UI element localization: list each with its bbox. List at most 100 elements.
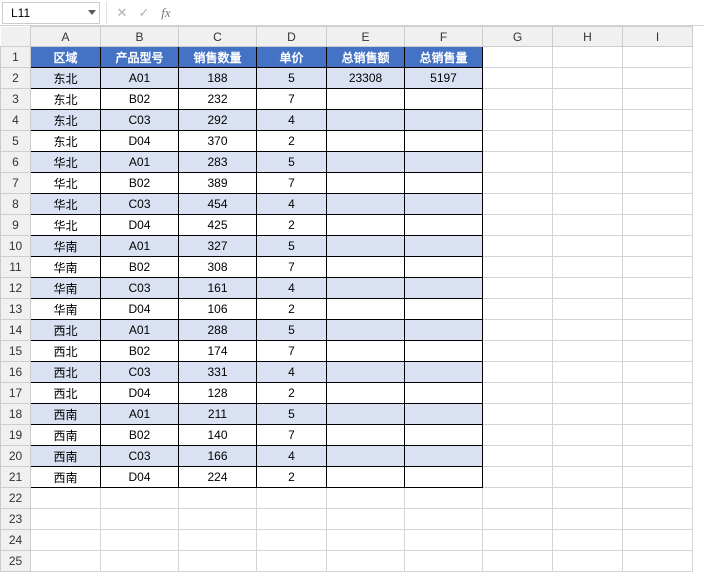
- cell[interactable]: [179, 488, 257, 509]
- cell[interactable]: [623, 404, 693, 425]
- cell[interactable]: 5197: [405, 68, 483, 89]
- cell[interactable]: [623, 341, 693, 362]
- cell[interactable]: 华南: [31, 278, 101, 299]
- cell[interactable]: 308: [179, 257, 257, 278]
- cell[interactable]: 4: [257, 278, 327, 299]
- cell[interactable]: 华南: [31, 236, 101, 257]
- column-header[interactable]: C: [179, 27, 257, 47]
- row-header[interactable]: 18: [1, 404, 31, 425]
- cell[interactable]: C03: [101, 194, 179, 215]
- cell[interactable]: 4: [257, 446, 327, 467]
- cell[interactable]: A01: [101, 68, 179, 89]
- cell[interactable]: 西南: [31, 425, 101, 446]
- cell[interactable]: [405, 299, 483, 320]
- cell[interactable]: 东北: [31, 110, 101, 131]
- column-header[interactable]: I: [623, 27, 693, 47]
- cell[interactable]: 销售数量: [179, 47, 257, 68]
- cell[interactable]: [327, 320, 405, 341]
- row-header[interactable]: 25: [1, 551, 31, 572]
- cell[interactable]: 106: [179, 299, 257, 320]
- cell[interactable]: C03: [101, 278, 179, 299]
- cell[interactable]: 2: [257, 383, 327, 404]
- cell[interactable]: D04: [101, 215, 179, 236]
- cell[interactable]: B02: [101, 425, 179, 446]
- cell[interactable]: 东北: [31, 131, 101, 152]
- cell[interactable]: [623, 236, 693, 257]
- cell[interactable]: [623, 383, 693, 404]
- cell[interactable]: [483, 47, 553, 68]
- cell[interactable]: [623, 89, 693, 110]
- cell[interactable]: [405, 551, 483, 572]
- cell[interactable]: 华南: [31, 299, 101, 320]
- cell[interactable]: 7: [257, 257, 327, 278]
- cell[interactable]: [327, 362, 405, 383]
- column-header[interactable]: H: [553, 27, 623, 47]
- row-header[interactable]: 2: [1, 68, 31, 89]
- cell[interactable]: [327, 194, 405, 215]
- row-header[interactable]: 19: [1, 425, 31, 446]
- cell[interactable]: [553, 551, 623, 572]
- cell[interactable]: [327, 89, 405, 110]
- cell[interactable]: [31, 530, 101, 551]
- cell[interactable]: 331: [179, 362, 257, 383]
- cell[interactable]: [483, 215, 553, 236]
- cell[interactable]: 2: [257, 299, 327, 320]
- cell[interactable]: [101, 530, 179, 551]
- cell[interactable]: [405, 320, 483, 341]
- cell[interactable]: 288: [179, 320, 257, 341]
- cell[interactable]: C03: [101, 110, 179, 131]
- cell[interactable]: [101, 509, 179, 530]
- cell[interactable]: B02: [101, 89, 179, 110]
- cell[interactable]: [327, 551, 405, 572]
- cell[interactable]: [101, 488, 179, 509]
- cell[interactable]: [327, 215, 405, 236]
- cell[interactable]: [623, 68, 693, 89]
- row-header[interactable]: 8: [1, 194, 31, 215]
- cell[interactable]: 5: [257, 236, 327, 257]
- cell[interactable]: 产品型号: [101, 47, 179, 68]
- cell[interactable]: [483, 152, 553, 173]
- cell[interactable]: [405, 530, 483, 551]
- cell[interactable]: 7: [257, 341, 327, 362]
- cell[interactable]: [327, 236, 405, 257]
- cell[interactable]: [405, 194, 483, 215]
- row-header[interactable]: 6: [1, 152, 31, 173]
- cell[interactable]: 华北: [31, 173, 101, 194]
- cell[interactable]: 华北: [31, 215, 101, 236]
- cell[interactable]: 454: [179, 194, 257, 215]
- column-header[interactable]: D: [257, 27, 327, 47]
- cell[interactable]: 2: [257, 131, 327, 152]
- cell[interactable]: [405, 173, 483, 194]
- cell[interactable]: [553, 362, 623, 383]
- cell[interactable]: [623, 194, 693, 215]
- cell[interactable]: [327, 341, 405, 362]
- cell[interactable]: 283: [179, 152, 257, 173]
- row-header[interactable]: 23: [1, 509, 31, 530]
- cell[interactable]: [327, 530, 405, 551]
- cell[interactable]: [327, 488, 405, 509]
- cell[interactable]: [483, 341, 553, 362]
- cell[interactable]: 224: [179, 467, 257, 488]
- cell[interactable]: 7: [257, 173, 327, 194]
- cell[interactable]: [327, 383, 405, 404]
- cell[interactable]: 4: [257, 110, 327, 131]
- cell[interactable]: [553, 320, 623, 341]
- cell[interactable]: [405, 278, 483, 299]
- cell[interactable]: [623, 320, 693, 341]
- cell[interactable]: [553, 257, 623, 278]
- cell[interactable]: [257, 509, 327, 530]
- cell[interactable]: [483, 278, 553, 299]
- cell[interactable]: 5: [257, 320, 327, 341]
- row-header[interactable]: 13: [1, 299, 31, 320]
- cell[interactable]: [327, 299, 405, 320]
- cell[interactable]: [405, 257, 483, 278]
- cell[interactable]: [483, 404, 553, 425]
- row-header[interactable]: 10: [1, 236, 31, 257]
- cell[interactable]: 425: [179, 215, 257, 236]
- cell[interactable]: 东北: [31, 68, 101, 89]
- cell[interactable]: [257, 551, 327, 572]
- column-header[interactable]: G: [483, 27, 553, 47]
- cell[interactable]: [623, 131, 693, 152]
- cell[interactable]: [483, 383, 553, 404]
- cell[interactable]: 华北: [31, 194, 101, 215]
